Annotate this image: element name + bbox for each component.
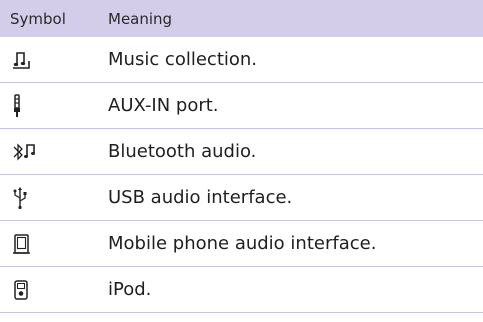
table-row: Mobile phone audio interface.	[0, 221, 483, 267]
header-meaning: Meaning	[108, 9, 173, 28]
table-row: USB audio interface.	[0, 175, 483, 221]
bluetooth-audio-icon	[12, 141, 38, 163]
ipod-icon	[12, 279, 34, 301]
table-row: Bluetooth audio.	[0, 129, 483, 175]
row-meaning: iPod.	[108, 279, 152, 300]
music-collection-icon	[12, 49, 34, 71]
row-meaning: AUX-IN port.	[108, 95, 219, 116]
table-row: iPod.	[0, 267, 483, 313]
row-meaning: Bluetooth audio.	[108, 141, 257, 162]
mobile-phone-icon	[12, 233, 34, 255]
aux-in-icon	[12, 93, 34, 118]
header-symbol: Symbol	[10, 9, 66, 28]
table-row: Music collection.	[0, 37, 483, 83]
row-meaning: Music collection.	[108, 49, 258, 70]
symbol-table: Symbol Meaning Music collection. AUX-IN …	[0, 0, 483, 313]
table-row: AUX-IN port.	[0, 83, 483, 129]
usb-icon	[12, 186, 34, 210]
table-header: Symbol Meaning	[0, 0, 483, 37]
row-meaning: Mobile phone audio interface.	[108, 233, 377, 254]
row-meaning: USB audio interface.	[108, 187, 293, 208]
